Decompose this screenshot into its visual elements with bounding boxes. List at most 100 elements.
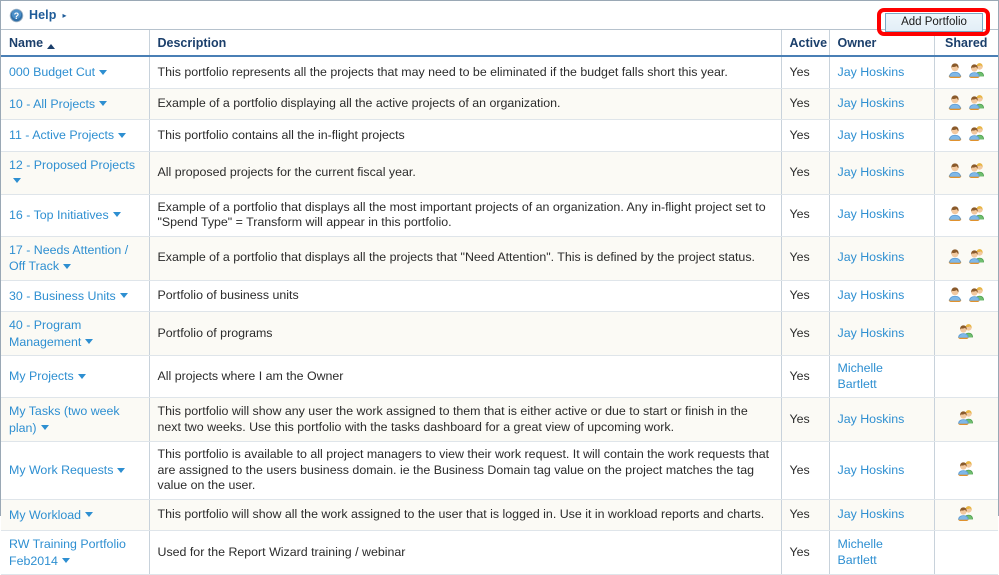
cell-owner: Jay Hoskins <box>829 119 935 152</box>
cell-name: My Tasks (two week plan) <box>1 397 150 442</box>
portfolio-name-link[interactable]: My Workload <box>9 508 81 522</box>
cell-description: This portfolio will show all the work as… <box>149 499 782 531</box>
shared-group-icon[interactable] <box>957 505 975 521</box>
portfolio-name-link[interactable]: 30 - Business Units <box>9 289 116 303</box>
portfolio-name-link[interactable]: 10 - All Projects <box>9 97 95 111</box>
owner-link[interactable]: Jay Hoskins <box>838 65 905 79</box>
user-icon[interactable] <box>947 205 963 221</box>
portfolio-name-link[interactable]: My Tasks (two week plan) <box>9 404 120 435</box>
owner-link[interactable]: Michelle Bartlett <box>838 537 883 567</box>
chevron-down-icon[interactable] <box>85 339 94 345</box>
cell-active: Yes <box>781 56 830 89</box>
cell-shared <box>934 280 998 312</box>
cell-name: 10 - All Projects <box>1 88 150 120</box>
user-icon[interactable] <box>947 248 963 264</box>
cell-active: Yes <box>781 194 830 237</box>
portfolio-name-link[interactable]: My Work Requests <box>9 463 113 477</box>
user-icon[interactable] <box>947 62 963 78</box>
user-icon[interactable] <box>947 162 963 179</box>
column-header-shared[interactable]: Shared <box>934 30 998 57</box>
user-icon[interactable] <box>947 286 963 302</box>
cell-active: Yes <box>781 119 830 152</box>
cell-shared <box>934 88 998 120</box>
cell-name: My Projects <box>1 355 150 398</box>
owner-link[interactable]: Jay Hoskins <box>838 326 905 340</box>
chevron-down-icon[interactable] <box>13 177 21 183</box>
chevron-down-icon[interactable] <box>99 101 108 107</box>
add-portfolio-button[interactable]: Add Portfolio <box>885 13 983 32</box>
portfolio-name-link[interactable]: 12 - Proposed Projects <box>9 158 135 172</box>
chevron-down-icon[interactable] <box>77 373 86 379</box>
portfolio-name-link[interactable]: My Projects <box>9 369 74 383</box>
shared-icon-group <box>947 248 986 264</box>
cell-shared <box>934 194 998 237</box>
shared-group-icon[interactable] <box>957 460 975 476</box>
chevron-down-icon[interactable] <box>112 212 121 218</box>
shared-group-icon[interactable] <box>968 162 986 179</box>
table-row: RW Training Portfolio Feb2014 Used for th… <box>1 530 998 575</box>
portfolio-name-link[interactable]: 11 - Active Projects <box>9 128 114 142</box>
user-icon[interactable] <box>947 94 963 110</box>
column-header-name[interactable]: Name <box>1 30 150 57</box>
cell-description: All proposed projects for the current fi… <box>149 151 782 195</box>
chevron-down-icon[interactable] <box>63 263 72 269</box>
column-header-description[interactable]: Description <box>149 30 782 57</box>
column-header-name-label: Name <box>9 35 44 50</box>
cell-shared <box>934 236 998 281</box>
owner-link[interactable]: Jay Hoskins <box>838 207 905 221</box>
chevron-down-icon[interactable] <box>99 69 108 75</box>
shared-group-icon[interactable] <box>957 323 975 340</box>
shared-group-icon[interactable] <box>968 94 986 110</box>
cell-active: Yes <box>781 530 830 575</box>
owner-link[interactable]: Michelle Bartlett <box>838 361 883 391</box>
portfolio-name-link[interactable]: 16 - Top Initiatives <box>9 208 109 222</box>
table-row: 30 - Business Units Portfolio of business… <box>1 280 998 312</box>
owner-link[interactable]: Jay Hoskins <box>838 96 905 110</box>
shared-icon-group <box>947 94 986 110</box>
portfolio-table: Name Description Active Owner Shared 000… <box>1 30 998 575</box>
cell-shared <box>934 397 998 442</box>
shared-icon-group <box>947 205 986 221</box>
cell-owner: Jay Hoskins <box>829 236 935 281</box>
table-row: 16 - Top Initiatives Example of a portfol… <box>1 194 998 237</box>
shared-group-icon[interactable] <box>968 286 986 302</box>
portfolio-name-link[interactable]: 40 - Program Management <box>9 318 81 349</box>
cell-owner: Jay Hoskins <box>829 194 935 237</box>
owner-link[interactable]: Jay Hoskins <box>838 412 905 426</box>
shared-icon-group <box>957 323 975 340</box>
help-label: Help <box>29 8 57 22</box>
shared-group-icon[interactable] <box>968 248 986 264</box>
table-row: 12 - Proposed Projects All proposed proje… <box>1 151 998 195</box>
shared-group-icon[interactable] <box>957 409 975 426</box>
chevron-down-icon[interactable] <box>61 558 70 564</box>
chevron-down-icon[interactable] <box>85 512 94 518</box>
table-row: My Workload This portfolio will show all … <box>1 499 998 531</box>
chevron-down-icon[interactable] <box>118 132 127 138</box>
owner-link[interactable]: Jay Hoskins <box>838 507 905 521</box>
cell-name: 30 - Business Units <box>1 280 150 312</box>
cell-description: This portfolio will show any user the wo… <box>149 397 782 442</box>
shared-group-icon[interactable] <box>968 125 986 141</box>
user-icon[interactable] <box>947 125 963 141</box>
table-row: 40 - Program Management Portfolio of prog… <box>1 311 998 356</box>
shared-group-icon[interactable] <box>968 62 986 78</box>
owner-link[interactable]: Jay Hoskins <box>838 463 905 477</box>
cell-name: 000 Budget Cut <box>1 56 150 89</box>
chevron-down-icon[interactable] <box>119 293 128 299</box>
help-link[interactable]: ? Help ▸ <box>9 8 67 23</box>
column-header-active[interactable]: Active <box>781 30 830 57</box>
portfolio-name-link[interactable]: 000 Budget Cut <box>9 65 95 79</box>
owner-link[interactable]: Jay Hoskins <box>838 288 905 302</box>
chevron-down-icon[interactable] <box>40 425 49 431</box>
cell-name: My Workload <box>1 499 150 531</box>
chevron-down-icon[interactable] <box>117 467 126 473</box>
cell-active: Yes <box>781 88 830 120</box>
shared-group-icon[interactable] <box>968 205 986 221</box>
table-row: My Projects All projects where I am the O… <box>1 355 998 398</box>
owner-link[interactable]: Jay Hoskins <box>838 128 905 142</box>
column-header-owner[interactable]: Owner <box>829 30 935 57</box>
shared-icon-group <box>957 460 975 476</box>
owner-link[interactable]: Jay Hoskins <box>838 250 905 264</box>
owner-link[interactable]: Jay Hoskins <box>838 165 905 179</box>
cell-owner: Michelle Bartlett <box>829 355 935 398</box>
